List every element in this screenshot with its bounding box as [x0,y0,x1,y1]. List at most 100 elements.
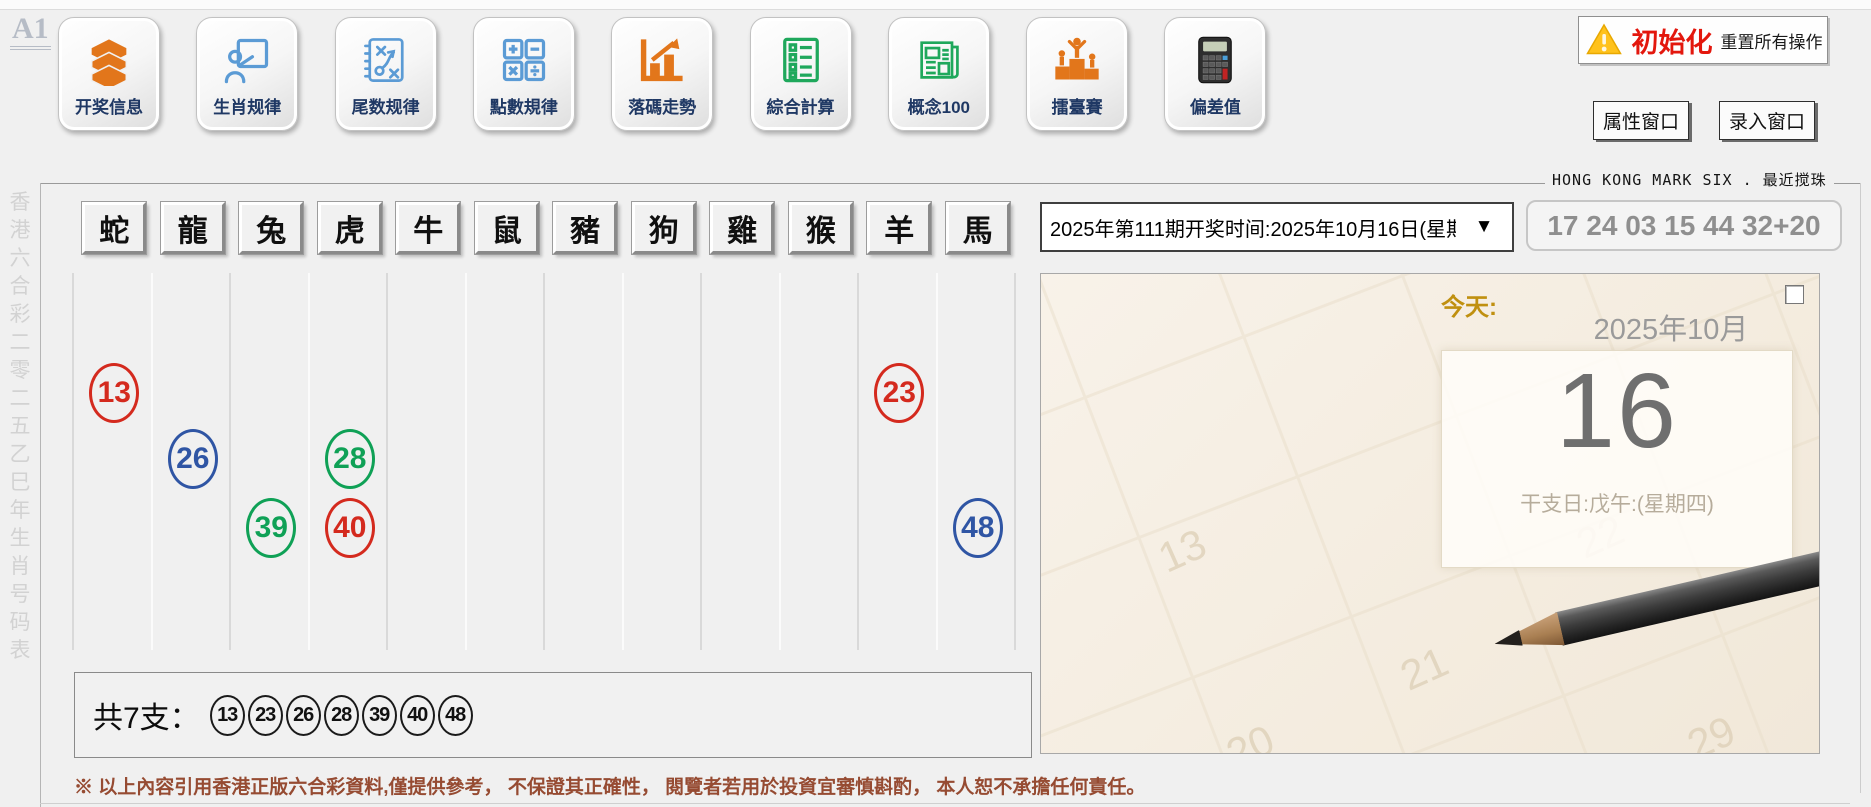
entry-window-button[interactable]: 录入窗口 [1719,101,1815,140]
zodiac-button-niu[interactable]: 牛 [396,202,460,254]
grid-column-line [72,273,74,650]
warning-icon-slot [1584,20,1624,60]
grid-column-line [386,273,388,650]
summary-number-13: 13 [210,695,245,736]
period-dropdown-value: 2025年第111期开奖时间:2025年10月16日(星期四) [1042,213,1456,242]
app-window: A1 开奖信息 生肖规律 尾数规律 [0,0,1871,807]
toolbar-button-trend[interactable]: 落碼走勢 [611,17,713,131]
summary-number-26: 26 [286,695,321,736]
zodiac-button-tu[interactable]: 兔 [239,202,303,254]
mark-six-legend: HONG KONG MARK SIX . 最近搅珠 [1545,169,1834,190]
vertical-title-char: 港 [6,214,34,244]
calendar-day-card: 16 干支日:戊午:(星期四) [1441,350,1793,568]
initialize-subtitle: 重置所有操作 [1721,28,1823,53]
grid-number-40: 40 [325,498,375,558]
grid-number-39: 39 [246,498,296,558]
toolbar-button-label: 开奖信息 [75,93,143,118]
zodiac-button-zhu[interactable]: 豬 [553,202,617,254]
zodiac-button-hu[interactable]: 虎 [318,202,382,254]
vertical-title-char: 香 [6,186,34,216]
initialize-button[interactable]: 初始化 重置所有操作 [1578,16,1828,64]
calculator-icon [1189,34,1241,86]
checklist-icon [773,31,829,89]
vertical-title-char: 五 [6,410,34,440]
toolbar-button-tail-pattern[interactable]: 尾数规律 [335,17,437,131]
zodiac-button-ji[interactable]: 雞 [710,202,774,254]
grid-column-line [936,273,938,650]
bottom-divider [40,803,1850,804]
grid-column-line [1014,273,1016,650]
toolbar-button-concept-100[interactable]: 概念100 [888,17,990,131]
disclaimer-text: ※ 以上內容引用香港正版六合彩資料,僅提供參考， 不保證其正確性， 閱覽者若用於… [74,772,1145,799]
calendar-checkbox[interactable] [1785,285,1804,304]
vertical-title-char: 零 [6,354,34,384]
calendar-today-label: 今天: [1441,287,1497,322]
grid-number-48: 48 [953,498,1003,558]
summary-numbers: 13232628394048 [210,695,476,736]
panel-left-border [40,183,41,807]
toolbar-button-arena[interactable]: 擂臺賽 [1026,17,1128,131]
toolbar-button-label: 落碼走勢 [628,93,696,118]
toolbar-button-label: 擂臺賽 [1052,93,1103,118]
chart-icon [636,34,688,86]
vertical-title-char: 六 [6,242,34,272]
vertical-title-char: 合 [6,270,34,300]
vertical-title-char: 二 [6,382,34,412]
toolbar-button-label: 偏差值 [1190,93,1241,118]
zodiac-button-hou[interactable]: 猴 [789,202,853,254]
calculator-icon [1187,31,1243,89]
checklist-icon [775,34,827,86]
toolbar-button-point-pattern[interactable]: 點數規律 [473,17,575,131]
zodiac-button-gou[interactable]: 狗 [632,202,696,254]
grid-column-line [308,273,310,650]
latest-draw-numbers: 17 24 03 15 44 32+20 [1526,200,1842,251]
toolbar-button-zodiac-pattern[interactable]: 生肖规律 [196,17,298,131]
presenter-icon [221,34,273,86]
properties-window-button[interactable]: 属性窗口 [1593,101,1689,140]
grid-number-26: 26 [168,429,218,489]
grid-column-line [779,273,781,650]
zodiac-button-she[interactable]: 蛇 [82,202,146,254]
presenter-icon [219,31,275,89]
podium-icon [1049,31,1105,89]
vertical-title-char: 肖 [6,550,34,580]
calendar-day-number: 16 [1556,353,1678,470]
grid-number-28: 28 [325,429,375,489]
newspaper-icon [913,34,965,86]
tactics-icon [360,34,412,86]
grid-number-23: 23 [874,363,924,423]
summary-number-23: 23 [248,695,283,736]
initialize-title: 初始化 [1632,21,1713,60]
vertical-title-char: 巳 [6,466,34,496]
zodiac-button-ma[interactable]: 馬 [946,202,1010,254]
grid-column-line [622,273,624,650]
vertical-title-char: 二 [6,326,34,356]
vertical-title-char: 号 [6,578,34,608]
vertical-title-char: 乙 [6,438,34,468]
books-icon [81,31,137,89]
summary-number-39: 39 [362,695,397,736]
chevron-down-icon[interactable]: ▼ [1456,204,1512,250]
summary-number-28: 28 [324,695,359,736]
grid-column-line [465,273,467,650]
toolbar-button-draw-info[interactable]: 开奖信息 [58,17,160,131]
chart-icon [634,31,690,89]
zodiac-button-shu[interactable]: 鼠 [475,202,539,254]
toolbar-button-label: 概念100 [908,93,970,118]
calendar-month-label: 2025年10月 [1526,306,1816,348]
books-icon [83,34,135,86]
period-dropdown[interactable]: 2025年第111期开奖时间:2025年10月16日(星期四) ▼ [1040,202,1514,252]
summary-box: 共7支： 13232628394048 [74,672,1032,758]
toolbar-button-label: 綜合計算 [767,93,835,118]
zodiac-button-long[interactable]: 龍 [161,202,225,254]
summary-label: 共7支： [93,693,200,737]
zodiac-button-yang[interactable]: 羊 [867,202,931,254]
vertical-title-char: 码 [6,606,34,636]
warning-icon [1585,22,1623,58]
toolbar-button-composite-calc[interactable]: 綜合計算 [750,17,852,131]
summary-number-48: 48 [438,695,473,736]
toolbar-button-deviation[interactable]: 偏差值 [1164,17,1266,131]
toolbar-button-label: 點數規律 [490,93,558,118]
grid-column-line [700,273,702,650]
vertical-title-char: 彩 [6,298,34,328]
